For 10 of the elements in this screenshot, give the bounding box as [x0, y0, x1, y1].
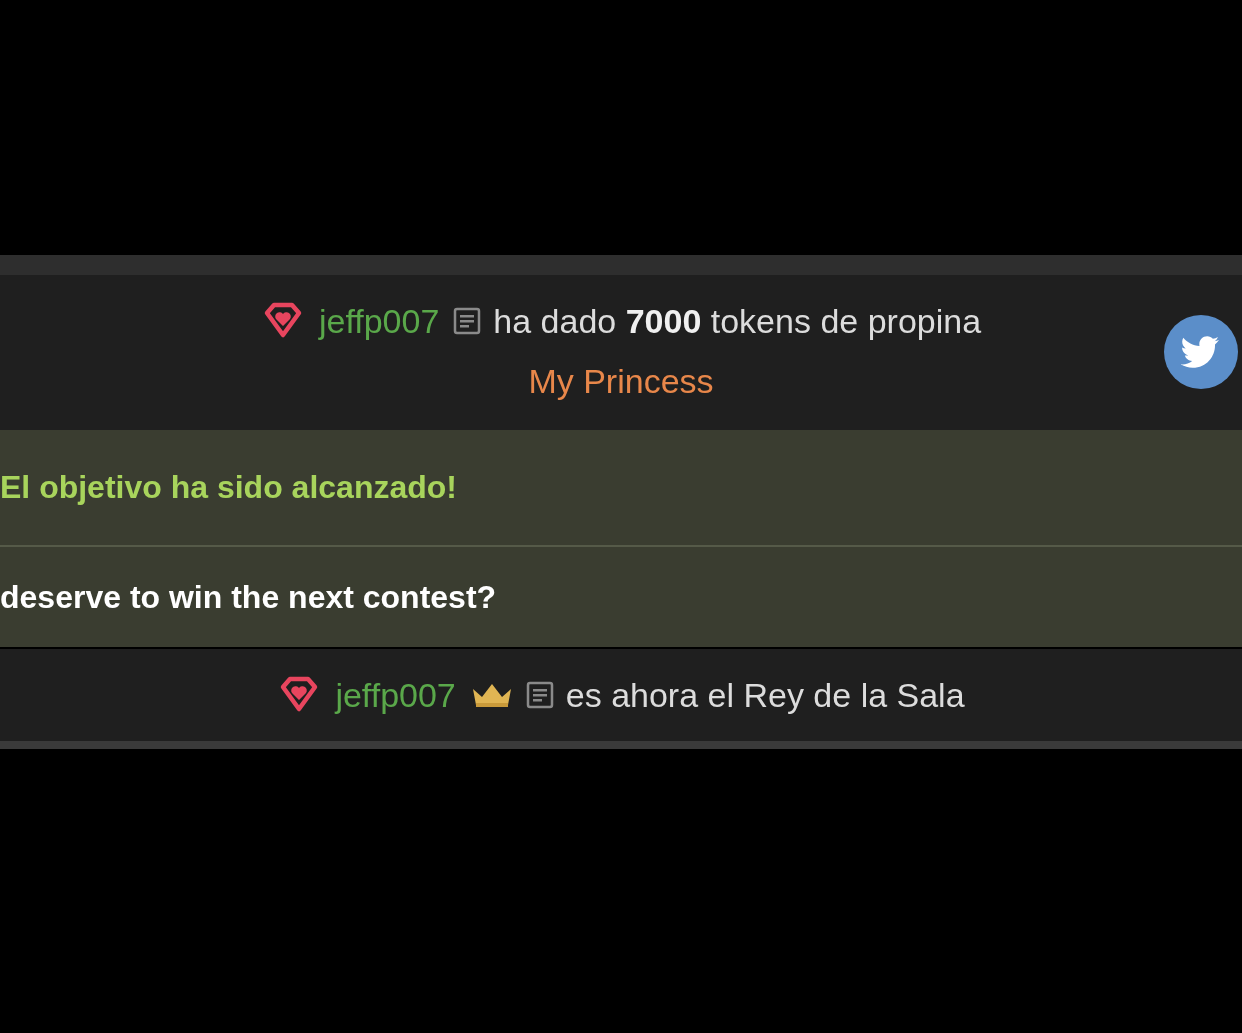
username[interactable]: jeffp007 [318, 301, 440, 341]
note-icon [525, 681, 554, 709]
tip-note: My Princess [527, 361, 715, 401]
goal-description: deserve to win the next contest? [0, 577, 498, 617]
note-icon [453, 307, 482, 335]
message-text: es ahora el Rey de la Sala [565, 675, 965, 715]
message-text: ha dado 7000 tokens de propina [493, 301, 982, 341]
bird-icon [1181, 335, 1221, 369]
username[interactable]: jeffp007 [335, 675, 456, 715]
goal-message: El objetivo ha sido alcanzado! [0, 430, 1242, 547]
